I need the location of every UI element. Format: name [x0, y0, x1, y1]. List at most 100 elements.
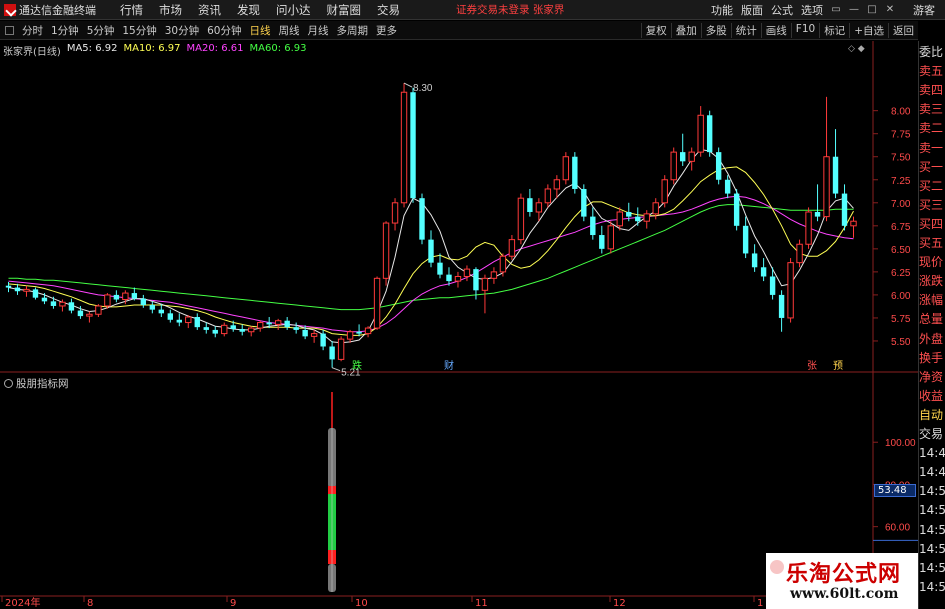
marker-zhang: 张 [807, 360, 817, 372]
indicator-settings-icon[interactable] [4, 379, 13, 388]
candle-body [274, 320, 282, 325]
tab-daily[interactable]: 日线 [246, 23, 275, 38]
tab-weekly[interactable]: 周线 [275, 23, 304, 38]
overlay-button[interactable]: 叠加 [670, 22, 701, 38]
watermark-url: www.60lt.com [790, 586, 899, 602]
sidebar-item-23[interactable]: 14:50 [919, 484, 945, 498]
marker-finance: 财 [444, 359, 454, 372]
tab-1min[interactable]: 1分钟 [47, 23, 83, 38]
ma-legend: 张家界(日线) MA5: 6.92 MA10: 6.97 MA20: 6.61 … [3, 43, 313, 58]
ma20-label: MA20: 6.61 [186, 43, 244, 54]
tab-60min[interactable]: 60分钟 [203, 23, 245, 38]
login-notice[interactable]: 证券交易未登录 张家界 [456, 2, 564, 17]
sidebar-item-4[interactable]: 卖二 [919, 121, 945, 135]
candle-body [5, 285, 12, 288]
multi-stock-button[interactable]: 多股 [700, 22, 731, 38]
add-watchlist-button[interactable]: +自选 [849, 22, 888, 38]
candle-body [68, 302, 75, 311]
sidebar-item-8[interactable]: 买三 [919, 198, 945, 212]
menu-discover[interactable]: 发现 [229, 2, 268, 18]
tab-more[interactable]: 更多 [372, 23, 401, 38]
restore-icon[interactable]: ▭ [827, 4, 845, 15]
menu-market[interactable]: 市场 [151, 2, 190, 18]
candle-body [643, 213, 650, 222]
sidebar-item-19[interactable]: 自动 [919, 408, 945, 422]
app-logo[interactable]: 通达信金融终端 [0, 2, 102, 18]
sidebar-item-7[interactable]: 买二 [919, 179, 945, 193]
back-button[interactable]: 返回 [888, 22, 918, 38]
tab-30min[interactable]: 30分钟 [161, 23, 203, 38]
tab-5min[interactable]: 5分钟 [83, 23, 119, 38]
menu-news[interactable]: 资讯 [190, 2, 229, 18]
close-icon[interactable]: ✕ [881, 4, 899, 15]
sidebar-item-2[interactable]: 卖四 [919, 83, 945, 97]
candle-body [508, 239, 516, 257]
sidebar-item-15[interactable]: 外盘 [919, 332, 945, 346]
sidebar-item-13[interactable]: 涨幅 [919, 293, 945, 307]
sidebar-item-20[interactable]: 交易 [919, 427, 945, 441]
menu-trade[interactable]: 交易 [369, 2, 408, 18]
menu-layout[interactable]: 版面 [737, 2, 767, 18]
sidebar-item-9[interactable]: 买四 [919, 217, 945, 231]
candle-body [104, 294, 111, 307]
sidebar-item-5[interactable]: 卖一 [919, 141, 945, 155]
sidebar-item-21[interactable]: 14:49 [919, 446, 945, 460]
stats-button[interactable]: 统计 [730, 22, 761, 38]
sidebar-item-0[interactable]: 委比 [919, 45, 945, 59]
tab-15min[interactable]: 15分钟 [118, 23, 160, 38]
indicator-tick-label: 60.00 [885, 523, 910, 534]
xaxis-label: 11 [475, 598, 488, 609]
watermark-title: 乐淘公式网 [786, 562, 902, 587]
low-pointer [331, 367, 341, 372]
tab-multi-period[interactable]: 多周期 [333, 23, 373, 38]
menu-ask[interactable]: 问小达 [268, 2, 319, 18]
menu-function[interactable]: 功能 [707, 2, 737, 18]
sidebar-item-27[interactable]: 14:50 [919, 561, 945, 575]
sidebar-item-11[interactable]: 现价 [919, 255, 945, 269]
candle-body [346, 331, 354, 340]
sidebar-item-1[interactable]: 卖五 [919, 64, 945, 78]
candle-body [149, 305, 156, 310]
candle-body [796, 243, 803, 264]
candle-body [553, 179, 561, 190]
sidebar-item-28[interactable]: 14:50 [919, 580, 945, 594]
f10-button[interactable]: F10 [790, 22, 819, 38]
indicator-tick-label: 100.00 [885, 438, 916, 449]
mark-button[interactable]: 标记 [819, 22, 849, 38]
tab-intraday[interactable]: 分时 [18, 23, 47, 38]
price-tick-label: 6.00 [891, 291, 911, 302]
xaxis-label: 1 [757, 598, 763, 609]
menu-quotes[interactable]: 行情 [112, 2, 151, 18]
sidebar-item-25[interactable]: 14:50 [919, 523, 945, 537]
tab-monthly[interactable]: 月线 [304, 23, 333, 38]
sidebar-item-22[interactable]: 14:49 [919, 465, 945, 479]
xaxis-label: 12 [613, 598, 626, 609]
sidebar-item-26[interactable]: 14:50 [919, 542, 945, 556]
user-guest[interactable]: 游客 [899, 2, 945, 18]
draw-line-button[interactable]: 画线 [760, 22, 791, 38]
candle-body [607, 225, 614, 250]
sidebar-item-3[interactable]: 卖三 [919, 102, 945, 116]
sidebar-item-14[interactable]: 总量 [919, 312, 945, 326]
menu-options[interactable]: 选项 [797, 2, 827, 18]
period-toolbar: 分时 1分钟 5分钟 15分钟 30分钟 60分钟 日线 周线 月线 多周期 更… [0, 21, 918, 40]
chart-options-icon[interactable]: ◇ ◆ [848, 44, 865, 54]
adjust-button[interactable]: 复权 [640, 22, 671, 38]
sidebar-item-12[interactable]: 涨跌 [919, 274, 945, 288]
sidebar-item-16[interactable]: 换手 [919, 351, 945, 365]
sidebar-item-10[interactable]: 买五 [919, 236, 945, 250]
indicator-title[interactable]: 股朋指标网 [4, 376, 69, 391]
kline-chart[interactable]: 5.50 5.75 6.00 6.25 6.50 6.75 7.00 7.25 7.50 7.75… [0, 41, 918, 609]
maximize-icon[interactable]: □ [863, 4, 881, 15]
menu-wealth[interactable]: 财富圈 [319, 2, 370, 18]
menu-formula[interactable]: 公式 [767, 2, 797, 18]
panel-checkbox[interactable] [5, 25, 14, 35]
candle-body [337, 338, 345, 360]
candle-body [787, 262, 794, 319]
sidebar-item-6[interactable]: 买一 [919, 160, 945, 174]
minimize-icon[interactable]: — [845, 4, 863, 15]
sidebar-item-18[interactable]: 收益 [919, 389, 945, 403]
sidebar-item-24[interactable]: 14:50 [919, 503, 945, 517]
sidebar-item-17[interactable]: 净资 [919, 370, 945, 384]
candle-body [113, 294, 120, 300]
